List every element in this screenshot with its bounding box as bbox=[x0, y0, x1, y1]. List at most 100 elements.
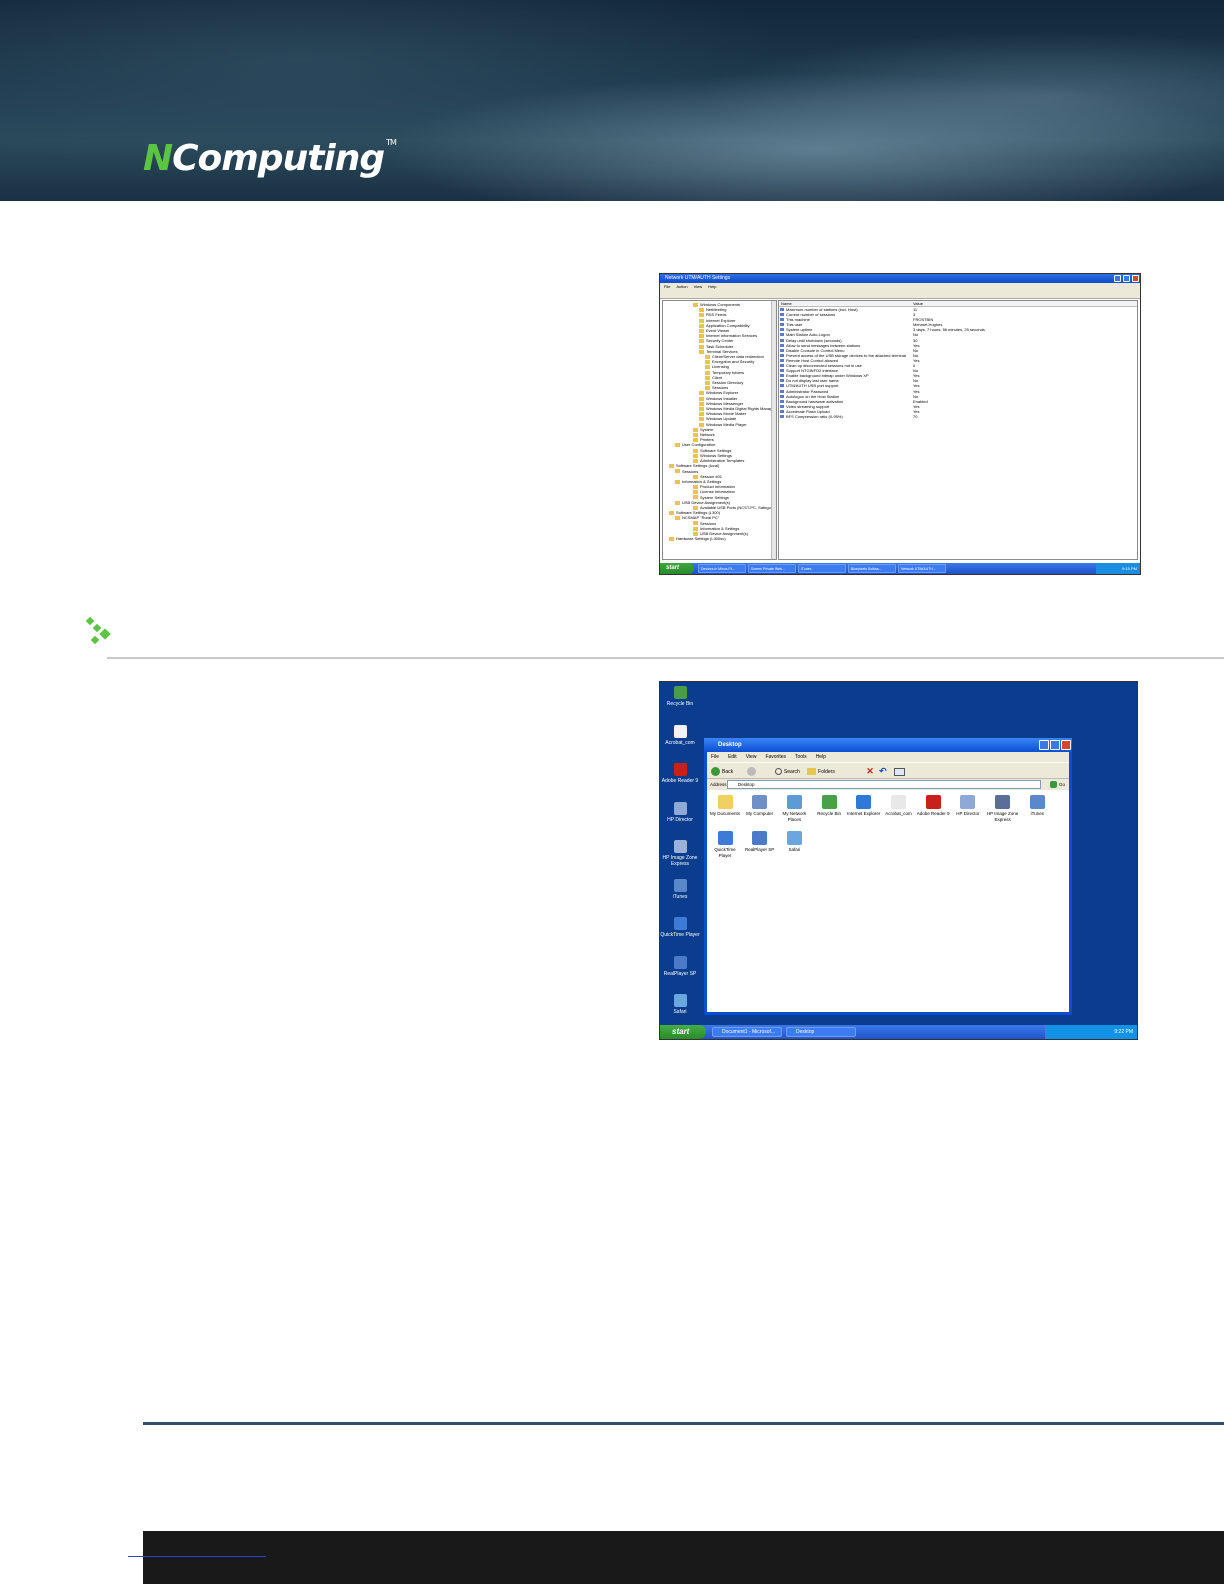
app-icon bbox=[673, 878, 687, 892]
taskbar: start Document1 - Microsof... Desktop 9:2… bbox=[660, 1025, 1137, 1039]
bottom-rule bbox=[143, 1422, 1224, 1425]
scrollbar[interactable] bbox=[771, 301, 776, 559]
taskbar-item[interactable]: Bluepixels Softwa... bbox=[848, 564, 896, 573]
desktop-icon[interactable]: Recycle Bin bbox=[660, 686, 700, 707]
diamond-icon bbox=[99, 628, 111, 640]
network-settings-screenshot: Network UTM/AUTH Settings File Action View… bbox=[659, 273, 1141, 575]
desktop-icon-label: Recycle Bin bbox=[666, 701, 694, 707]
menu-item[interactable]: Favorites bbox=[765, 754, 786, 760]
maximize-icon[interactable] bbox=[1050, 740, 1060, 750]
tree-pane: Windows Components NetMeeting RSS Feeds Int… bbox=[662, 300, 777, 560]
menu-bar: File Edit View Favorites Tools Help bbox=[707, 752, 1069, 762]
folder-icon[interactable] bbox=[807, 768, 817, 775]
file-icon[interactable]: QuickTime Player bbox=[708, 831, 742, 858]
toolbar: Back Search Folders ✕ ↶ bbox=[707, 762, 1069, 779]
file-icon-label: My Computer bbox=[746, 811, 774, 816]
file-icon-label: My Documents bbox=[709, 811, 740, 816]
app-icon bbox=[995, 795, 1011, 809]
app-icon bbox=[752, 795, 768, 809]
start-button[interactable]: start bbox=[660, 563, 694, 574]
desktop-icon[interactable]: iTunes bbox=[660, 878, 700, 900]
file-icon-label: HP Director bbox=[956, 811, 980, 816]
file-icon[interactable]: Safari bbox=[777, 831, 811, 853]
taskbar-item[interactable]: Desktop bbox=[786, 1027, 856, 1037]
tree-item[interactable]: Hardware Settings (L300sv) bbox=[665, 536, 774, 541]
back-icon[interactable] bbox=[711, 767, 720, 776]
taskbar-item[interactable]: Document1 - Microsof... bbox=[712, 1027, 782, 1037]
file-icon-label: QuickTime Player bbox=[714, 847, 736, 858]
search-icon[interactable] bbox=[774, 768, 782, 775]
file-icon[interactable]: Recycle Bin bbox=[812, 795, 846, 817]
undo-icon[interactable]: ↶ bbox=[879, 763, 887, 780]
views-icon[interactable] bbox=[894, 767, 906, 776]
app-icon bbox=[925, 795, 941, 809]
app-icon bbox=[960, 795, 976, 809]
page: NComputing TM Network UTM/AUTH Settings F… bbox=[0, 0, 1224, 1584]
app-icon bbox=[673, 840, 687, 853]
file-icon[interactable]: Adobe Reader 9 bbox=[916, 795, 950, 817]
desktop-icon[interactable]: Acrobat_com bbox=[660, 724, 700, 746]
footer-link-underline[interactable] bbox=[128, 1556, 266, 1557]
desktop-icon[interactable]: HP Director bbox=[660, 801, 700, 823]
desktop-icon-label: iTunes bbox=[672, 893, 688, 900]
file-icon[interactable]: My Documents bbox=[708, 795, 742, 817]
taskbar-item[interactable]: Network UTM/AUTH... bbox=[898, 564, 946, 573]
maximize-icon[interactable] bbox=[1123, 275, 1130, 282]
file-icon[interactable]: HP Image Zone Express bbox=[986, 795, 1020, 822]
app-icon bbox=[1029, 795, 1045, 809]
file-icon-label: My Network Places bbox=[782, 811, 807, 822]
file-icon-label: Adobe Reader 9 bbox=[916, 811, 950, 816]
close-icon[interactable] bbox=[1132, 275, 1139, 282]
file-icon[interactable]: Acrobat_com bbox=[882, 795, 916, 817]
desktop-icon[interactable]: QuickTime Player bbox=[660, 917, 700, 938]
menu-item[interactable]: File bbox=[664, 284, 670, 289]
delete-icon[interactable]: ✕ bbox=[866, 763, 874, 780]
menu-item[interactable]: View bbox=[746, 754, 757, 760]
taskbar-item[interactable]: iTunes bbox=[798, 564, 846, 573]
file-icon[interactable]: My Network Places bbox=[777, 795, 811, 822]
desktop-icon-label: QuickTime Player bbox=[660, 932, 700, 938]
file-icon[interactable]: My Computer bbox=[743, 795, 777, 817]
app-icon bbox=[673, 955, 687, 969]
desktop-icon[interactable]: HP Image Zone Express bbox=[660, 840, 700, 867]
menu-item[interactable]: Action bbox=[676, 284, 687, 289]
search-button[interactable]: Search bbox=[784, 769, 800, 775]
desktop-icon-label: HP Director bbox=[667, 816, 693, 823]
menu-item[interactable]: Tools bbox=[795, 754, 807, 760]
start-button[interactable]: start bbox=[660, 1025, 706, 1039]
desktop-icon[interactable]: RealPlayer SP bbox=[660, 955, 700, 977]
window-title: Network UTM/AUTH Settings bbox=[665, 275, 731, 281]
list-row[interactable]: BFS Compression ratio (0-95%) 70 bbox=[779, 414, 1137, 419]
back-button[interactable]: Back bbox=[722, 769, 733, 775]
menu-item[interactable]: Help bbox=[816, 754, 826, 760]
app-icon bbox=[673, 917, 687, 930]
diamond-icon bbox=[90, 635, 100, 645]
setting-value: 70 bbox=[913, 413, 918, 419]
menu-item[interactable]: File bbox=[711, 754, 719, 760]
go-button[interactable]: Go bbox=[1050, 780, 1065, 789]
toolbar bbox=[660, 290, 1140, 299]
file-icon[interactable]: Internet Explorer bbox=[847, 795, 881, 817]
menu-item[interactable]: View bbox=[694, 284, 703, 289]
desktop-icon-label: Acrobat_com bbox=[665, 739, 695, 746]
close-icon[interactable] bbox=[1061, 740, 1071, 750]
menu-item[interactable]: Edit bbox=[728, 754, 737, 760]
file-icon[interactable]: RealPlayer SP bbox=[743, 831, 777, 853]
desktop-icon[interactable]: Adobe Reader 9 bbox=[660, 763, 700, 784]
folders-button[interactable]: Folders bbox=[818, 769, 835, 775]
forward-icon[interactable] bbox=[746, 767, 756, 776]
taskbar-item[interactable]: Devices in Minus Fil... bbox=[698, 564, 746, 573]
taskbar-item[interactable]: Screen Private Web... bbox=[748, 564, 796, 573]
menu-item[interactable]: Help bbox=[708, 284, 716, 289]
minimize-icon[interactable] bbox=[1039, 740, 1049, 750]
address-bar: Address Desktop Go bbox=[707, 779, 1069, 790]
address-input[interactable]: Desktop bbox=[727, 780, 1041, 789]
file-icon[interactable]: HP Director bbox=[951, 795, 985, 817]
desktop-icon[interactable]: Safari bbox=[660, 994, 700, 1015]
file-icon-label: Acrobat_com bbox=[885, 811, 912, 816]
section-divider bbox=[107, 657, 1224, 659]
file-icon[interactable]: iTunes bbox=[1020, 795, 1054, 817]
app-icon bbox=[786, 831, 802, 845]
minimize-icon[interactable] bbox=[1114, 275, 1121, 282]
file-icon-label: RealPlayer SP bbox=[745, 847, 775, 852]
